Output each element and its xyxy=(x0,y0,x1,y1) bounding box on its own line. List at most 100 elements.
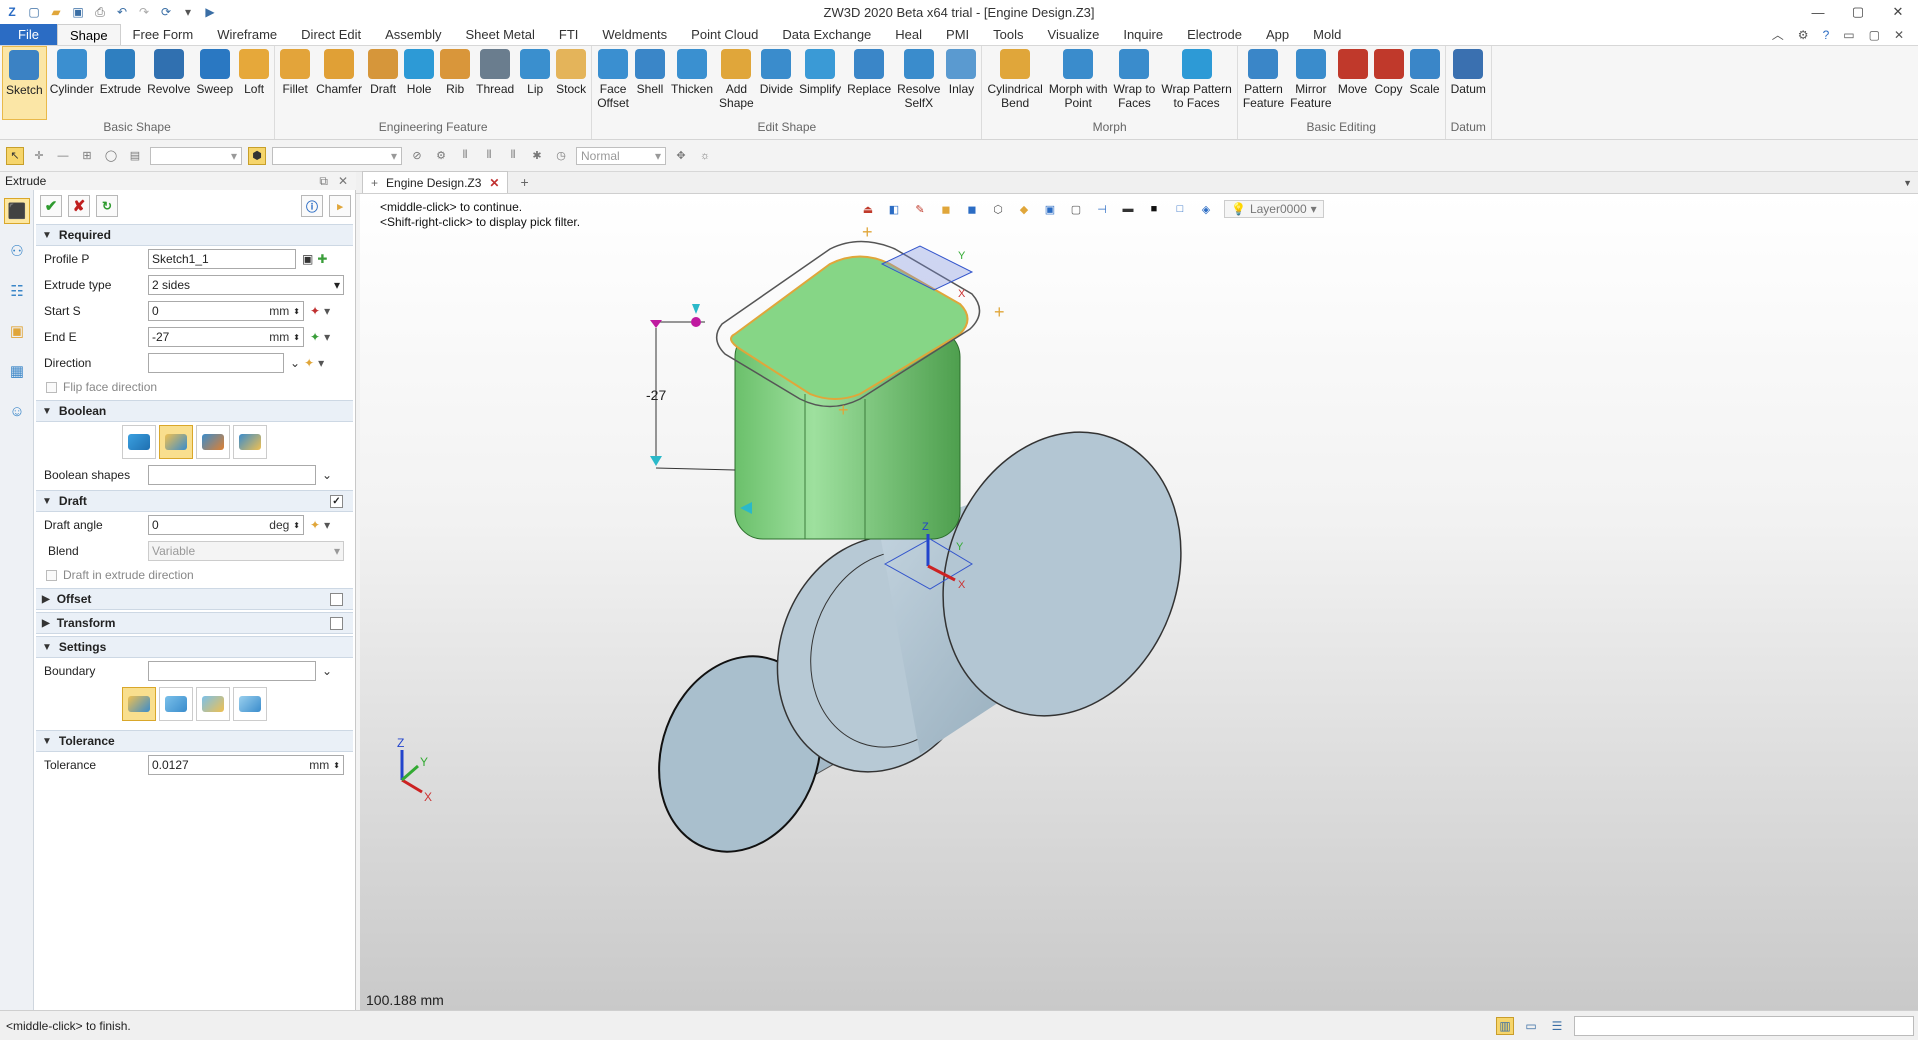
menu-tab-assembly[interactable]: Assembly xyxy=(373,24,453,45)
help-icon[interactable]: ? xyxy=(1823,28,1830,42)
part-color-icon[interactable]: ◆ xyxy=(1016,202,1032,216)
boundary-expand-icon[interactable]: ⌄ xyxy=(322,664,332,678)
menu-tab-sheet-metal[interactable]: Sheet Metal xyxy=(454,24,547,45)
ribbon-stock-button[interactable]: Stock xyxy=(553,46,589,120)
draft-in-direction-checkbox[interactable]: Draft in extrude direction xyxy=(34,564,355,586)
column-2-icon[interactable]: ⫴ xyxy=(480,147,498,165)
pick-add-icon[interactable]: ✚ xyxy=(317,252,327,266)
status-input-field[interactable] xyxy=(1574,1015,1914,1036)
gear-icon[interactable]: ⚙ xyxy=(432,147,450,165)
ribbon-loft-button[interactable]: Loft xyxy=(236,46,272,120)
menu-tab-fti[interactable]: FTI xyxy=(547,24,591,45)
boolean-add-icon[interactable] xyxy=(159,425,193,459)
panel-close-icon[interactable]: ✕ xyxy=(338,174,348,189)
section-required[interactable]: ▼ Required xyxy=(36,224,353,246)
box-icon[interactable]: ◼ xyxy=(938,202,954,216)
menu-tab-app[interactable]: App xyxy=(1254,24,1301,45)
picker-icon[interactable]: ▣ xyxy=(302,252,313,266)
redo-icon[interactable]: ↷ xyxy=(136,4,152,20)
menu-tab-free-form[interactable]: Free Form xyxy=(121,24,206,45)
assembly-tree-icon[interactable]: ☷ xyxy=(4,278,30,304)
direction-expand-icon[interactable]: ⌄ xyxy=(290,356,300,370)
render-icon[interactable]: ▣ xyxy=(1042,202,1058,216)
new-tab-icon[interactable]: + xyxy=(520,171,528,193)
grid-icon[interactable]: ⊞ xyxy=(78,147,96,165)
view-cube-icon[interactable]: ⬡ xyxy=(990,202,1006,216)
menu-tab-point-cloud[interactable]: Point Cloud xyxy=(679,24,770,45)
layer-select[interactable]: 💡 Layer0000 ▾ xyxy=(1224,200,1324,218)
info-icon[interactable]: ⓘ xyxy=(301,195,323,217)
pin-icon[interactable]: ✱ xyxy=(528,147,546,165)
more-icon[interactable]: ▾ xyxy=(180,4,196,20)
ribbon-fillet-button[interactable]: Fillet xyxy=(277,46,313,120)
start-input[interactable]: 0 mm ⬍ xyxy=(148,301,304,321)
section-tolerance[interactable]: ▼ Tolerance xyxy=(36,730,353,752)
menu-tab-pmi[interactable]: PMI xyxy=(934,24,981,45)
print-icon[interactable]: ⎙ xyxy=(92,4,108,20)
refresh-icon[interactable]: ⟳ xyxy=(158,4,174,20)
direction-pin-icon[interactable]: ✦ xyxy=(304,356,314,370)
ribbon-sweep-button[interactable]: Sweep xyxy=(193,46,236,120)
menu-tab-heal[interactable]: Heal xyxy=(883,24,934,45)
ribbon-cylindrical-bend-button[interactable]: Cylindrical Bend xyxy=(984,46,1045,120)
pick-select[interactable]: ▾ xyxy=(272,146,402,165)
line-icon[interactable]: — xyxy=(54,147,72,165)
ribbon-extrude-button[interactable]: Extrude xyxy=(97,46,144,120)
filter-select[interactable]: ▾ xyxy=(150,146,242,165)
view-icon[interactable]: ✥ xyxy=(672,147,690,165)
save-icon[interactable]: ▣ xyxy=(70,4,86,20)
status-mode-icon[interactable]: ▥ xyxy=(1496,1016,1514,1035)
shading-icon[interactable]: ◧ xyxy=(886,202,902,216)
ribbon-chamfer-button[interactable]: Chamfer xyxy=(313,46,365,120)
ribbon-copy-button[interactable]: Copy xyxy=(1371,46,1407,120)
end-pin-icon[interactable]: ✦ xyxy=(310,330,320,344)
column-icon[interactable]: ⫴ xyxy=(456,147,474,165)
setting-option-3-icon[interactable] xyxy=(196,687,230,721)
ribbon-resolve-selfx-button[interactable]: Resolve SelfX xyxy=(894,46,943,120)
flip-face-checkbox[interactable]: Flip face direction xyxy=(34,376,355,398)
circle-icon[interactable]: ◯ xyxy=(102,147,120,165)
status-display-icon[interactable]: ▭ xyxy=(1522,1017,1540,1035)
ribbon-wrap-to-faces-button[interactable]: Wrap to Faces xyxy=(1111,46,1159,120)
settings-icon[interactable]: ⚙ xyxy=(1798,28,1809,42)
column-3-icon[interactable]: ⫴ xyxy=(504,147,522,165)
maximize-icon[interactable]: ▢ xyxy=(1838,0,1878,24)
close-icon[interactable]: ✕ xyxy=(1878,0,1918,24)
frame-icon[interactable]: □ xyxy=(1172,202,1188,216)
draft-checkbox[interactable]: ✓ xyxy=(330,494,343,508)
model-view[interactable]: -27 Y X Z X Y + + + Z X Y xyxy=(360,194,1918,1010)
filter-icon[interactable]: ▤ xyxy=(126,147,144,165)
cube-icon[interactable]: ◼ xyxy=(964,202,980,216)
extrude-type-select[interactable]: 2 sides ▾ xyxy=(148,275,344,295)
panel-float-icon[interactable]: ⧉ xyxy=(319,174,328,189)
tabs-menu-icon[interactable]: ▼ xyxy=(1903,178,1918,188)
status-list-icon[interactable]: ☰ xyxy=(1548,1017,1566,1035)
app-logo-icon[interactable]: Z xyxy=(4,4,20,20)
ribbon-mirror-feature-button[interactable]: Mirror Feature xyxy=(1287,46,1334,120)
section-transform[interactable]: ▶ Transform xyxy=(36,612,353,634)
ribbon-add-shape-button[interactable]: Add Shape xyxy=(716,46,757,120)
ribbon-divide-button[interactable]: Divide xyxy=(757,46,796,120)
run-icon[interactable]: ▶ xyxy=(202,4,218,20)
menu-tab-file[interactable]: File xyxy=(0,24,57,45)
exit-icon[interactable]: ⏏ xyxy=(860,202,876,216)
layer-tools-icon[interactable]: ◈ xyxy=(1198,202,1214,216)
apply-button[interactable]: ↻ xyxy=(96,195,118,217)
help-panel-icon[interactable]: ▸ xyxy=(329,195,351,217)
menu-tab-inquire[interactable]: Inquire xyxy=(1111,24,1175,45)
boundary-input[interactable] xyxy=(148,661,316,681)
tolerance-input[interactable]: 0.0127 mm ⬍ xyxy=(148,755,344,775)
direction-input[interactable] xyxy=(148,353,284,373)
menu-tab-direct-edit[interactable]: Direct Edit xyxy=(289,24,373,45)
ribbon-move-button[interactable]: Move xyxy=(1335,46,1371,120)
ribbon-lip-button[interactable]: Lip xyxy=(517,46,553,120)
window-restore-icon[interactable]: ▢ xyxy=(1869,28,1880,42)
draft-pin-icon[interactable]: ✦ xyxy=(310,518,320,532)
doc-tab-engine-design[interactable]: + Engine Design.Z3 ✕ xyxy=(362,171,509,193)
menu-tab-electrode[interactable]: Electrode xyxy=(1175,24,1254,45)
ribbon-hole-button[interactable]: Hole xyxy=(401,46,437,120)
boolean-expand-icon[interactable]: ⌄ xyxy=(322,468,332,482)
ribbon-thread-button[interactable]: Thread xyxy=(473,46,517,120)
menu-tab-mold[interactable]: Mold xyxy=(1301,24,1353,45)
undo-icon[interactable]: ↶ xyxy=(114,4,130,20)
